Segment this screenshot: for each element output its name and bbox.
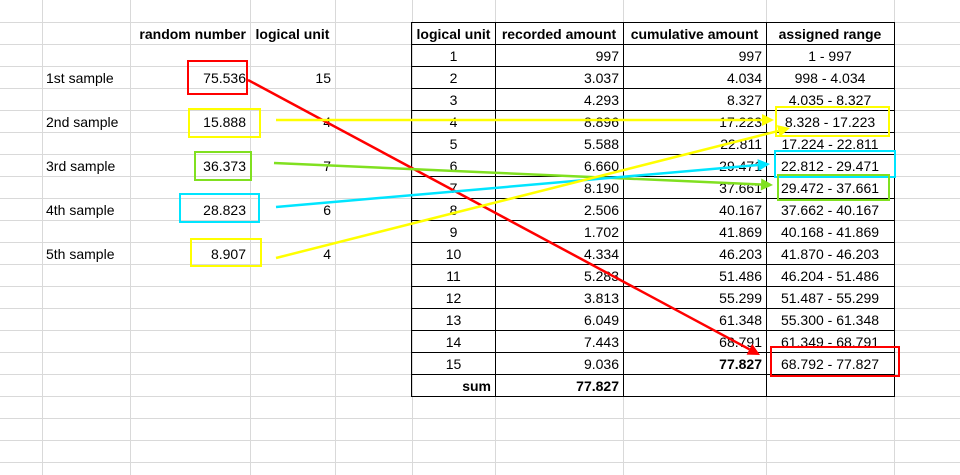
arrow-sample-5 <box>275 125 790 260</box>
arrows <box>247 78 790 355</box>
arrow-sample-2 <box>276 114 774 126</box>
spreadsheet: random number logical unit 1st sample 75.53… <box>0 0 960 475</box>
